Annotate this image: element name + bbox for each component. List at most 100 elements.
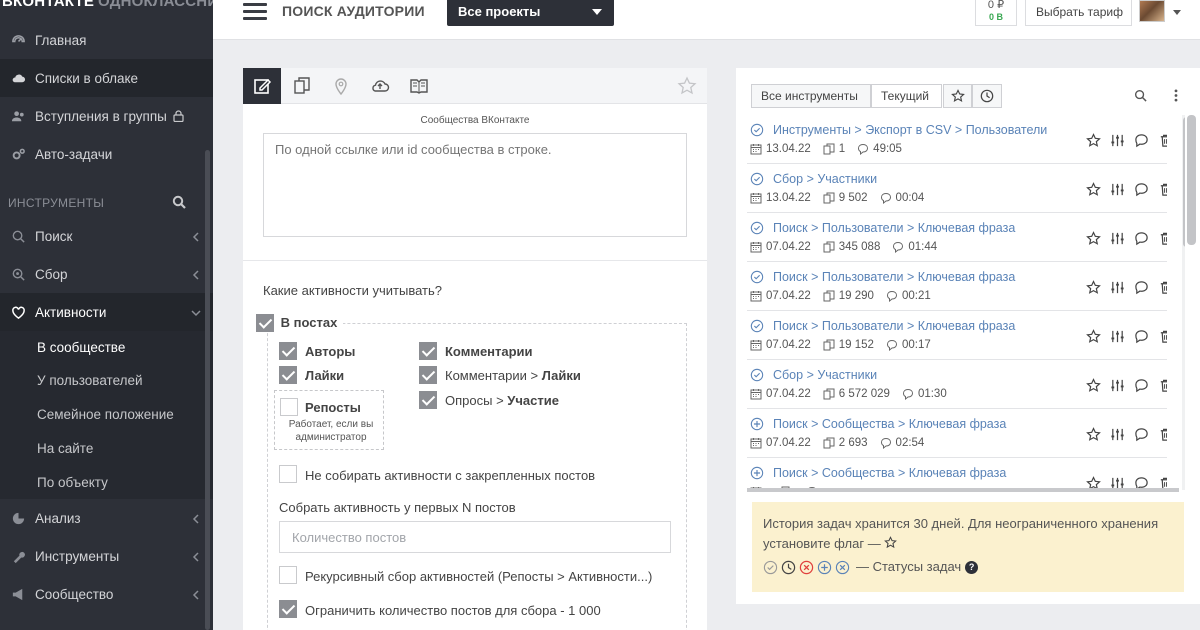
tab-location[interactable] [322, 68, 360, 104]
posts-count-input[interactable]: Количество постов [279, 521, 671, 553]
sidebar-search-icon[interactable] [172, 195, 186, 212]
sidebar-item-tools[interactable]: Инструменты [0, 537, 213, 575]
sidebar-item-community[interactable]: Сообщество [0, 575, 213, 613]
task-title-link[interactable]: Поиск > Пользователи > Ключевая фраза [773, 270, 1015, 284]
task-settings-button[interactable] [1105, 327, 1129, 345]
delete-task-button[interactable] [1153, 278, 1167, 296]
task-title-link[interactable]: Поиск > Пользователи > Ключевая фраза [773, 319, 1015, 333]
delete-task-button[interactable] [1153, 425, 1167, 443]
avatar[interactable] [1139, 0, 1165, 22]
sidebar-item-collect[interactable]: Сбор [0, 255, 213, 293]
tab-cloud-upload[interactable] [361, 68, 399, 104]
delete-task-button[interactable] [1153, 229, 1167, 247]
in-posts-checkbox[interactable] [256, 314, 274, 332]
page-scrollbar[interactable] [1187, 115, 1196, 245]
task-row[interactable]: Поиск > Сообщества > Ключевая фраза 07.04… [747, 409, 1167, 458]
tab-favorites[interactable] [943, 84, 972, 108]
star-icon[interactable] [677, 76, 697, 96]
tab-files[interactable] [283, 68, 321, 104]
sidebar-subitem-by-object[interactable]: По объекту [37, 475, 108, 490]
delete-task-button[interactable] [1153, 376, 1167, 394]
no-pinned-checkbox[interactable] [279, 465, 297, 483]
task-comment-button[interactable] [1129, 425, 1153, 443]
sidebar-item-group-joins[interactable]: Вступления в группы [0, 97, 213, 135]
comments-checkbox[interactable] [419, 342, 437, 360]
task-title-link[interactable]: Поиск > Сообщества > Ключевая фраза [773, 466, 1006, 480]
task-row[interactable]: Инструменты > Экспорт в CSV > Пользовате… [747, 115, 1167, 164]
tab-history[interactable] [972, 84, 1002, 108]
tab-book[interactable] [400, 68, 438, 104]
favorite-task-button[interactable] [1081, 180, 1105, 198]
likes-checkbox[interactable] [279, 366, 297, 384]
help-icon[interactable]: ? [965, 560, 979, 574]
sidebar-item-home[interactable]: Главная [0, 21, 213, 59]
communities-textarea[interactable] [263, 133, 687, 237]
favorite-task-button[interactable] [1081, 376, 1105, 394]
sidebar-subitem-in-community[interactable]: В сообществе [37, 340, 125, 355]
tab-edit[interactable] [243, 68, 281, 104]
more-vertical-icon[interactable] [1174, 89, 1178, 102]
sidebar-item-cloud-lists[interactable]: Списки в облаке [0, 59, 213, 97]
favorite-task-button[interactable] [1081, 327, 1105, 345]
task-list-hscrollbar[interactable] [747, 488, 1179, 492]
task-settings-button[interactable] [1105, 278, 1129, 296]
sidebar-item-analysis[interactable]: Анализ [0, 499, 213, 537]
task-row[interactable]: Поиск > Пользователи > Ключевая фраза 07.… [747, 311, 1167, 360]
favorite-task-button[interactable] [1081, 229, 1105, 247]
delete-task-button[interactable] [1153, 180, 1167, 198]
task-row[interactable]: Поиск > Пользователи > Ключевая фраза 07.… [747, 213, 1167, 262]
task-settings-button[interactable] [1105, 180, 1129, 198]
task-title-link[interactable]: Инструменты > Экспорт в CSV > Пользовате… [773, 123, 1047, 137]
task-row[interactable]: Поиск > Пользователи > Ключевая фраза 07.… [747, 262, 1167, 311]
task-title-link[interactable]: Сбор > Участники [773, 172, 877, 186]
project-select[interactable]: Все проекты [447, 0, 614, 26]
brand-ok[interactable]: ОДНОКЛАССНИКИ [98, 0, 213, 10]
brand-logo[interactable]: ВКОНТАКТЕ ОДНОКЛАССНИКИ [0, 0, 213, 20]
tab-all-tools[interactable]: Все инструменты [751, 84, 871, 108]
task-settings-button[interactable] [1105, 376, 1129, 394]
search-icon[interactable] [1134, 89, 1147, 102]
task-settings-button[interactable] [1105, 131, 1129, 149]
task-title-link[interactable]: Поиск > Пользователи > Ключевая фраза [773, 221, 1015, 235]
favorite-task-button[interactable] [1081, 425, 1105, 443]
favorite-task-button[interactable] [1081, 278, 1105, 296]
task-settings-button[interactable] [1105, 425, 1129, 443]
sliders-icon [1110, 330, 1124, 342]
reposts-checkbox[interactable] [280, 398, 298, 416]
polls-checkbox[interactable] [419, 391, 437, 409]
sidebar-item-search[interactable]: Поиск [0, 217, 213, 255]
sidebar-item-activities[interactable]: Активности [0, 293, 213, 331]
recursive-checkbox[interactable] [279, 566, 297, 584]
sidebar-subitem-at-users[interactable]: У пользователей [37, 373, 143, 388]
delete-task-button[interactable] [1153, 327, 1167, 345]
choose-tariff-button[interactable]: Выбрать тариф [1025, 0, 1132, 26]
task-title-link[interactable]: Поиск > Сообщества > Ключевая фраза [773, 417, 1006, 431]
tab-current[interactable]: Текущий [871, 84, 942, 108]
task-comment-button[interactable] [1129, 131, 1153, 149]
brand-vk[interactable]: ВКОНТАКТЕ [2, 0, 94, 10]
wrench-icon [8, 546, 28, 566]
comment-likes-checkbox[interactable] [419, 366, 437, 384]
task-comment-button[interactable] [1129, 278, 1153, 296]
task-comment-button[interactable] [1129, 376, 1153, 394]
task-row[interactable]: Сбор > Участники 13.04.22 9 502 00:04 [747, 164, 1167, 213]
sidebar-subitem-family-status[interactable]: Семейное положение [37, 407, 174, 422]
task-settings-button[interactable] [1105, 229, 1129, 247]
limit-checkbox[interactable] [279, 600, 297, 618]
task-comment-button[interactable] [1129, 327, 1153, 345]
sidebar-scrollbar[interactable] [205, 150, 210, 630]
authors-checkbox[interactable] [279, 342, 297, 360]
task-row[interactable]: Поиск > Сообщества > Ключевая фраза [747, 458, 1167, 490]
task-title-link[interactable]: Сбор > Участники [773, 368, 877, 382]
sidebar-subitem-on-site[interactable]: На сайте [37, 441, 93, 456]
sidebar-item-auto-tasks[interactable]: Авто-задачи [0, 135, 213, 173]
delete-task-button[interactable] [1153, 131, 1167, 149]
menu-icon[interactable] [243, 3, 267, 21]
balance-widget[interactable]: 0 ₽ 0 В [975, 0, 1017, 26]
task-comment-button[interactable] [1129, 180, 1153, 198]
favorite-task-button[interactable] [1081, 131, 1105, 149]
task-comment-button[interactable] [1129, 229, 1153, 247]
task-row[interactable]: Сбор > Участники 07.04.22 6 572 029 01:30 [747, 360, 1167, 409]
caret-down-icon[interactable] [1173, 8, 1181, 16]
chevron-left-icon [191, 588, 201, 603]
